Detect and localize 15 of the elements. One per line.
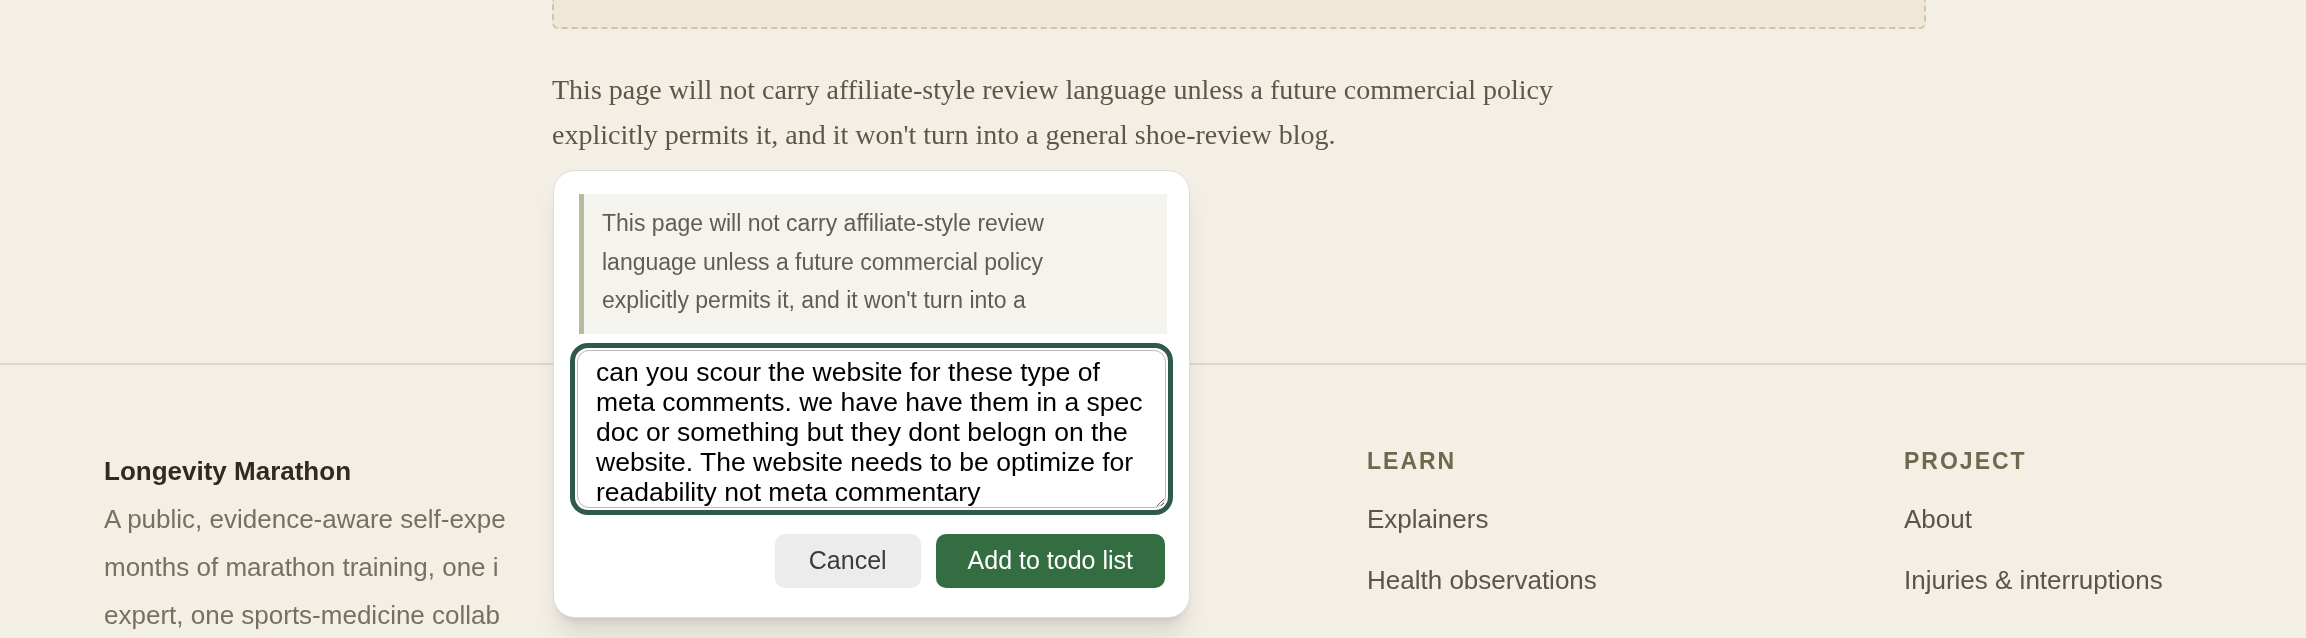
footer-description: expert, one sports-medicine collab — [104, 599, 500, 632]
footer-link[interactable]: Injuries & interruptions — [1904, 563, 2163, 597]
footer-link[interactable]: Health observations — [1367, 563, 1597, 597]
footer-description: months of marathon training, one i — [104, 551, 499, 584]
footer-brand: Longevity Marathon — [104, 455, 351, 487]
cancel-button[interactable]: Cancel — [774, 534, 921, 588]
footer-heading: PROJECT — [1904, 447, 2027, 475]
footer-description: A public, evidence-aware self-expe — [104, 503, 506, 536]
comment-field[interactable]: can you scour the website for these type of meta comments. we have have them in a spec doc or something but they dont belogn on the website. The website needs to be optimize for readability not meta commentary — [577, 350, 1166, 508]
footer-heading: LEARN — [1367, 447, 1457, 475]
footer-link[interactable]: Explainers — [1367, 502, 1489, 536]
add-to-todo-button[interactable]: Add to todo list — [935, 534, 1165, 588]
quoted-text: This page will not carry affiliate-style review language unless a future commercial policy explicitly permits it, and it won't turn into a — [579, 194, 1167, 334]
paragraph: This page will not carry affiliate-style review language unless a future commercial policy explicitly permits it, and it won't turn into a general shoe-review blog. — [552, 73, 1554, 152]
footer-link[interactable]: About — [1904, 502, 1972, 536]
